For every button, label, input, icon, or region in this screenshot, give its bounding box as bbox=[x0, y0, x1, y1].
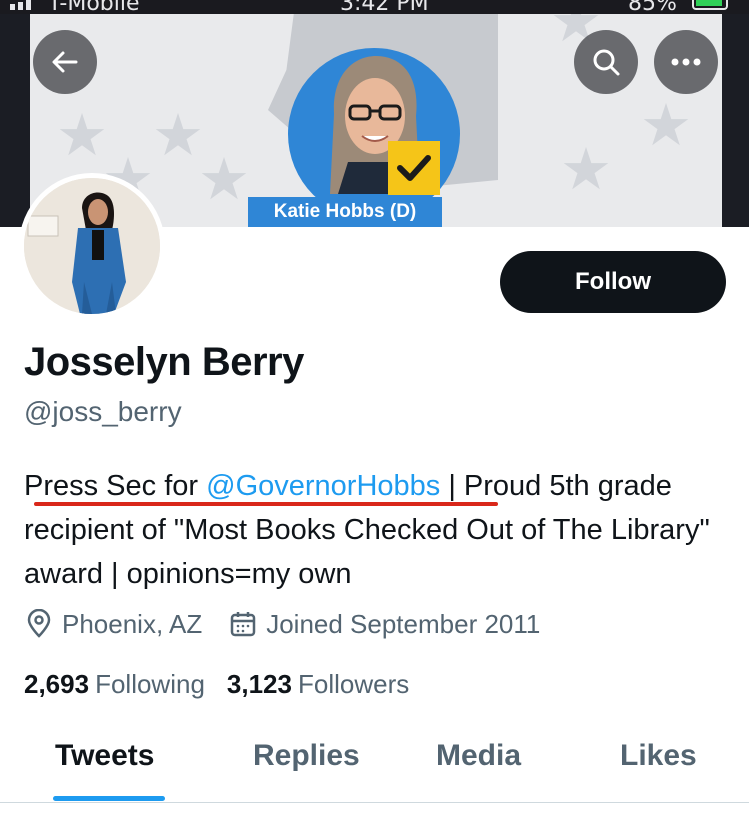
location-item: Phoenix, AZ bbox=[24, 609, 202, 640]
battery-percent: 85% bbox=[628, 0, 677, 16]
followers-link[interactable]: 3,123 Followers bbox=[227, 669, 409, 700]
joined-item: Joined September 2011 bbox=[228, 609, 540, 640]
star-decoration: ★ bbox=[152, 101, 204, 169]
tabs-divider bbox=[0, 802, 749, 803]
person-photo-icon bbox=[24, 178, 160, 314]
candidate-label: Katie Hobbs (D) bbox=[248, 197, 442, 227]
following-label: Following bbox=[95, 668, 205, 699]
follow-stats: 2,693 Following 3,123 Followers bbox=[24, 664, 431, 704]
profile-bio: Press Sec for @GovernorHobbs | Proud 5th… bbox=[24, 464, 734, 596]
search-icon bbox=[593, 49, 620, 76]
profile-tabs: Tweets Replies Media Likes bbox=[0, 722, 749, 800]
more-horizontal-icon bbox=[671, 58, 701, 66]
star-decoration: ★ bbox=[640, 91, 692, 159]
follow-button[interactable]: Follow bbox=[500, 251, 726, 313]
bio-text: Press Sec for bbox=[24, 470, 207, 502]
cellular-signal-icon bbox=[10, 0, 42, 10]
followers-count: 3,123 bbox=[226, 668, 292, 699]
joined-label: Joined September 2011 bbox=[266, 608, 541, 639]
star-decoration: ★ bbox=[198, 145, 250, 213]
carrier-label: T-Mobile bbox=[48, 0, 140, 16]
search-button[interactable] bbox=[574, 30, 638, 94]
avatar[interactable] bbox=[19, 173, 165, 319]
tab-media[interactable]: Media bbox=[436, 739, 521, 773]
following-count: 2,693 bbox=[24, 668, 90, 699]
tab-replies[interactable]: Replies bbox=[253, 739, 360, 773]
battery-level-fill bbox=[696, 0, 722, 6]
avatar-photo bbox=[24, 178, 160, 314]
tab-tweets[interactable]: Tweets bbox=[55, 739, 154, 773]
clock-label: 3:42 PM bbox=[340, 0, 429, 16]
checkmark-icon bbox=[388, 141, 440, 195]
location-label: Phoenix, AZ bbox=[62, 608, 203, 639]
calendar-icon bbox=[230, 612, 256, 637]
followers-label: Followers bbox=[297, 668, 410, 699]
following-link[interactable]: 2,693 Following bbox=[24, 669, 205, 700]
battery-icon bbox=[692, 0, 728, 10]
profile-meta: Phoenix, AZ Joined September 2011 bbox=[24, 604, 566, 644]
tab-likes[interactable]: Likes bbox=[620, 739, 697, 773]
location-pin-icon bbox=[27, 609, 51, 638]
arrow-left-icon bbox=[52, 51, 78, 73]
profile-handle: @joss_berry bbox=[24, 396, 182, 427]
star-decoration: ★ bbox=[56, 101, 108, 169]
active-tab-indicator bbox=[53, 796, 165, 801]
back-button[interactable] bbox=[33, 30, 97, 94]
profile-display-name: Josselyn Berry bbox=[24, 340, 304, 384]
bio-mention-link[interactable]: @GovernorHobbs bbox=[206, 470, 440, 502]
red-underline-annotation bbox=[34, 502, 498, 506]
more-options-button[interactable] bbox=[654, 30, 718, 94]
star-decoration: ★ bbox=[560, 135, 612, 203]
